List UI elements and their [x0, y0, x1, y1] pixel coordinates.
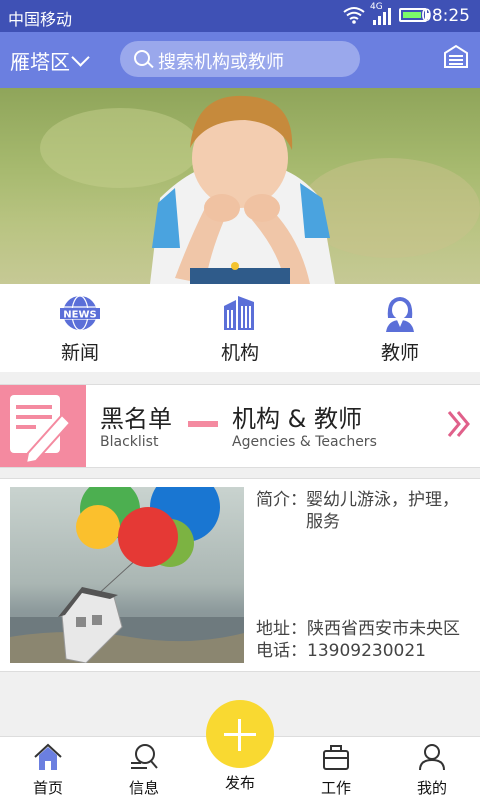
blacklist-subtitle: Blacklist	[100, 434, 159, 450]
nav-work[interactable]: 工作	[306, 743, 366, 798]
signal-icon	[373, 8, 391, 25]
agencies-teachers-title: 机构 & 教师	[232, 405, 362, 433]
banner-carousel[interactable]	[0, 88, 480, 284]
region-selector[interactable]: 雁塔区	[10, 46, 90, 75]
agencies-teachers-subtitle: Agencies & Teachers	[232, 434, 377, 450]
search-placeholder: 搜索机构或教师	[158, 52, 284, 73]
publish-button[interactable]	[206, 700, 274, 768]
carousel-indicator-dot[interactable]	[231, 262, 239, 270]
clock: 08:25	[421, 6, 470, 26]
category-news[interactable]: NEWS 新闻	[40, 294, 120, 365]
category-label: 机构	[220, 342, 259, 364]
listing-photo	[10, 487, 244, 663]
nav-mine[interactable]: 我的	[402, 743, 462, 798]
category-label: 新闻	[60, 342, 99, 364]
listing-card[interactable]: 简介： 婴幼儿游泳，护理，服务 地址：陕西省西安市未央区 电话：13909230…	[0, 478, 480, 672]
intro-text: 婴幼儿游泳，护理，服务	[306, 490, 459, 532]
news-globe-icon: NEWS	[60, 295, 100, 331]
nav-label: 我的	[416, 779, 447, 797]
blacklist-banner[interactable]: 黑名单 Blacklist 机构 & 教师 Agencies & Teacher…	[0, 384, 480, 468]
nav-label: 首页	[32, 779, 63, 797]
category-label: 教师	[380, 342, 419, 364]
home-icon	[34, 743, 62, 770]
category-teacher[interactable]: 教师	[360, 294, 440, 365]
nav-info[interactable]: 信息	[114, 743, 174, 798]
svg-text:NEWS: NEWS	[63, 310, 96, 321]
wifi-icon	[343, 7, 365, 24]
nav-label: 工作	[320, 779, 351, 797]
intro-row: 简介：	[256, 489, 307, 511]
message-icon[interactable]	[443, 44, 469, 70]
double-chevron-right-icon[interactable]	[446, 409, 472, 439]
nav-label-publish: 发布	[224, 774, 255, 792]
info-search-icon	[131, 744, 158, 769]
blacklist-icon-box	[0, 385, 86, 467]
divider-dash	[188, 421, 218, 427]
address-value: 陕西省西安市未央区	[307, 619, 460, 639]
user-icon	[419, 744, 445, 771]
note-pen-icon	[10, 395, 72, 465]
address-label: 地址：	[256, 619, 307, 639]
banner-image	[40, 95, 480, 284]
nav-home[interactable]: 首页	[18, 743, 78, 798]
teacher-icon	[386, 297, 414, 332]
blacklist-title: 黑名单	[100, 405, 172, 433]
intro-label: 简介：	[256, 490, 307, 510]
phone-value[interactable]: 13909230021	[307, 641, 426, 661]
top-header: 雁塔区 搜索机构或教师	[0, 32, 480, 88]
address-row: 地址：陕西省西安市未央区	[256, 618, 460, 640]
building-icon	[224, 296, 254, 330]
phone-label: 电话：	[256, 641, 307, 661]
search-icon	[134, 50, 150, 66]
chevron-down-icon	[71, 48, 90, 67]
region-label: 雁塔区	[10, 50, 70, 74]
search-input[interactable]: 搜索机构或教师	[120, 41, 360, 77]
briefcase-icon	[323, 745, 349, 770]
nav-label: 信息	[128, 779, 159, 797]
category-agency[interactable]: 机构	[200, 294, 280, 365]
status-bar: 中国移动 4G 08:25	[0, 0, 480, 32]
carrier-label: 中国移动	[8, 10, 73, 29]
category-row: NEWS 新闻 机构 教师	[0, 284, 480, 372]
balloon-house-image	[10, 487, 244, 663]
phone-row: 电话：13909230021	[256, 640, 426, 662]
